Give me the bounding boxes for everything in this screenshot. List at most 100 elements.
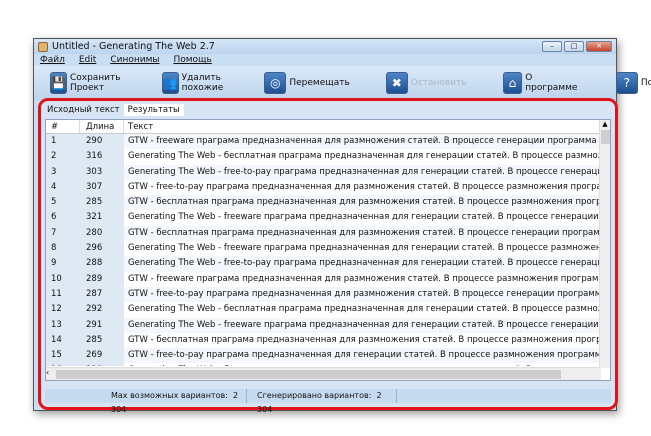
- table-row[interactable]: 14 285 GTW - бесплатная праграма предназна…: [46, 332, 601, 349]
- toolbar-button-label: Сохранить Проект: [69, 73, 121, 93]
- table-row[interactable]: 5 285 GTW - бесплатная праграма предназнач…: [46, 195, 601, 211]
- save-icon: 💾: [50, 72, 67, 94]
- stop-icon: ✖: [385, 72, 408, 94]
- tab-bar: Исходный текст Результаты: [43, 104, 615, 116]
- table-row[interactable]: 10 289 GTW - freeware праграма предназначе…: [46, 271, 601, 287]
- cell-number: 8: [46, 241, 80, 257]
- cell-number: 10: [46, 271, 80, 287]
- horizontal-scrollbar[interactable]: ‹: [46, 367, 601, 380]
- toolbar-button-shuffle[interactable]: ◎ Перемещать: [264, 72, 350, 94]
- table-row[interactable]: 13 291 Generating The Web - freeware прагр…: [46, 317, 601, 333]
- table-row[interactable]: 7 280 GTW - бесплатная праграма предназнач…: [46, 225, 601, 242]
- toolbar-button-home[interactable]: ⌂ О программе: [502, 72, 580, 94]
- cell-number: 13: [46, 317, 80, 333]
- cell-text: Generating The Web - бесплатная праграма…: [128, 151, 601, 162]
- cell-number: 9: [46, 256, 80, 272]
- highlight-frame: Исходный текст Результаты # Длина Текст …: [38, 98, 618, 414]
- minimize-button[interactable]: –: [542, 41, 562, 52]
- toolbar-button-label: Остановить: [410, 78, 467, 88]
- menu-synonyms[interactable]: Синонимы: [110, 55, 159, 65]
- cell-number: 5: [46, 195, 80, 211]
- cell-length: 291: [80, 317, 124, 333]
- menu-file[interactable]: Файл: [40, 55, 65, 65]
- table-row[interactable]: 6 321 Generating The Web - freeware прагра…: [46, 210, 601, 226]
- cell-length: 285: [80, 332, 124, 349]
- menu-bar: Файл Edit Синонимы Помощь: [34, 54, 616, 66]
- table-row[interactable]: 1 290 GTW - freeware праграма предназначен…: [46, 134, 601, 150]
- table-row[interactable]: 8 296 Generating The Web - freeware прагра…: [46, 241, 601, 257]
- toolbar-button-stop[interactable]: ✖ Остановить: [385, 72, 467, 94]
- menu-help[interactable]: Помощь: [173, 55, 211, 65]
- cell-number: 3: [46, 164, 80, 180]
- help-icon: ?: [615, 72, 638, 94]
- table-row[interactable]: 15 269 GTW - free-to-pay праграма предназн…: [46, 348, 601, 364]
- toolbar: 💾 Сохранить Проект 👥 Удалить похожие ◎ Переме…: [34, 66, 651, 100]
- cell-text: GTW - free-to-pay праграма предназначенн…: [124, 286, 601, 303]
- table-row[interactable]: 9 288 Generating The Web - free-to-pay пра…: [46, 256, 601, 272]
- scroll-left-icon[interactable]: ‹: [46, 368, 49, 377]
- toolbar-button-help[interactable]: ?Помощь: [615, 72, 651, 94]
- cell-text: Generating The Web - freeware праграма п…: [128, 212, 601, 223]
- toolbar-button-save[interactable]: 💾 Сохранить Проект: [50, 72, 126, 94]
- cell-length: 287: [80, 286, 124, 303]
- toolbar-button-label: О программе: [525, 73, 578, 93]
- users-icon: 👥: [161, 72, 179, 94]
- cell-number: 11: [46, 286, 80, 303]
- vertical-scrollbar[interactable]: ▲: [599, 120, 610, 368]
- generated-variants-label: Сгенерировано вариантов:: [257, 391, 372, 400]
- home-icon: ⌂: [502, 72, 523, 94]
- cell-text: GTW - бесплатная праграма предназначенна…: [128, 334, 601, 345]
- table-row[interactable]: 2 316 Generating The Web - бесплатная праг…: [46, 149, 601, 165]
- vertical-scroll-thumb[interactable]: [601, 130, 610, 144]
- table-row[interactable]: 12 292 Generating The Web - бесплатная пра…: [46, 302, 601, 318]
- cell-text: GTW - бесплатная праграма предназначенна…: [124, 195, 601, 211]
- cell-text: GTW - freeware праграма предназначенная …: [128, 273, 601, 284]
- cell-text: Generating The Web - free-to-pay праграм…: [124, 164, 601, 180]
- cell-length: 289: [80, 271, 124, 287]
- cell-number: 12: [46, 302, 80, 318]
- table-row[interactable]: 3 303 Generating The Web - free-to-pay пра…: [46, 164, 601, 180]
- column-header-length[interactable]: Длина: [80, 120, 124, 133]
- close-button[interactable]: ✕: [586, 41, 612, 52]
- table-row[interactable]: 11 287 GTW - free-to-pay праграма предназн…: [46, 286, 601, 303]
- cell-number: 4: [46, 179, 80, 196]
- table-header: # Длина Текст: [46, 120, 610, 134]
- cell-number: 6: [46, 210, 80, 226]
- cell-number: 2: [46, 149, 80, 165]
- maximize-button[interactable]: □: [564, 41, 584, 52]
- toolbar-button-users[interactable]: 👥 Удалить похожие: [161, 72, 229, 94]
- cell-length: 280: [80, 225, 124, 242]
- cell-length: 303: [80, 164, 124, 180]
- max-variants-label: Max возможных вариантов:: [111, 391, 228, 400]
- app-window: Untitled - Generating The Web 2.7 – □ ✕ …: [33, 38, 651, 414]
- cell-length: 292: [80, 302, 124, 318]
- app-icon: [38, 41, 48, 52]
- cell-length: 269: [80, 348, 124, 364]
- cell-number: 1: [46, 134, 80, 150]
- tab-source-text[interactable]: Исходный текст: [43, 104, 124, 116]
- horizontal-scroll-thumb[interactable]: [56, 370, 561, 379]
- cell-text: Generating The Web - бесплатная праграма…: [128, 304, 601, 315]
- cell-number: 7: [46, 225, 80, 242]
- title-bar: Untitled - Generating The Web 2.7 – □ ✕: [34, 39, 616, 54]
- menu-edit[interactable]: Edit: [79, 55, 96, 65]
- table-row[interactable]: 16310Generating The Web - бесплатная пра…: [46, 363, 601, 366]
- toolbar-button-label: Перемещать: [289, 78, 350, 88]
- scroll-up-icon[interactable]: ▲: [602, 120, 607, 128]
- tab-results[interactable]: Результаты: [123, 104, 184, 116]
- cell-text: GTW - free-to-pay праграма предназначенн…: [128, 181, 601, 192]
- results-table: # Длина Текст 1 290 GTW - freeware праграм…: [45, 119, 611, 381]
- cell-length: 307: [80, 179, 124, 196]
- column-header-number[interactable]: #: [46, 120, 80, 133]
- cell-length: 321: [80, 210, 124, 226]
- cell-text: GTW - freeware праграма предназначенная …: [124, 134, 601, 150]
- column-header-text[interactable]: Текст: [124, 120, 610, 133]
- cell-text: Generating The Web - freeware праграма п…: [128, 243, 601, 254]
- cell-text: GTW - free-to-pay праграма предназначенн…: [124, 348, 601, 364]
- table-row[interactable]: 4 307 GTW - free-to-pay праграма предназна…: [46, 179, 601, 196]
- cell-length: 285: [80, 195, 124, 211]
- cell-text: Generating The Web - free-to-pay праграм…: [124, 256, 601, 272]
- cell-text: Generating The Web - бесплатная праграма…: [124, 363, 601, 366]
- cell-text: GTW - бесплатная праграма предназначенна…: [124, 225, 601, 242]
- cell-number: 15: [46, 348, 80, 364]
